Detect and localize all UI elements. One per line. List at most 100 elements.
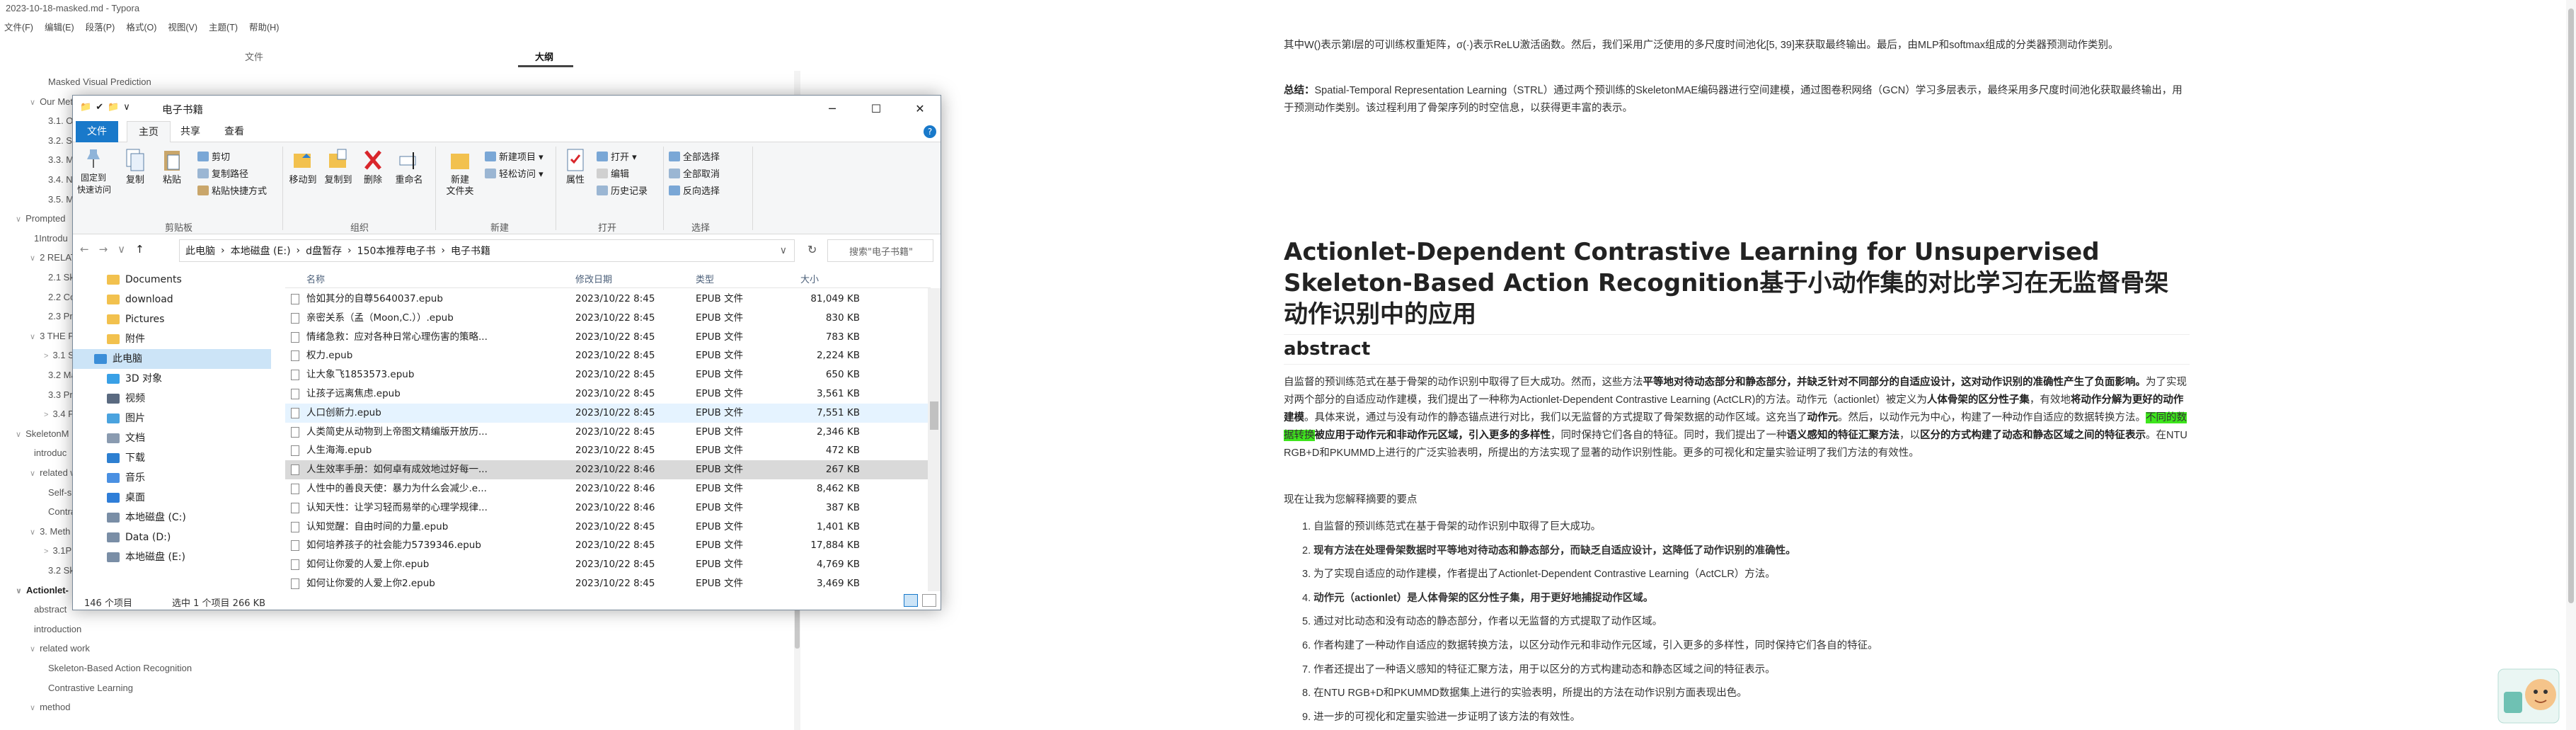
outline-item[interactable]: ∨ Our Met [30,96,73,107]
copy-path-button[interactable]: 复制路径 [197,166,248,180]
tab-file[interactable]: 文件 [76,121,118,142]
nav-item[interactable]: 图片 [73,409,271,428]
menu-help[interactable]: 帮助(H) [245,20,286,34]
nav-item[interactable]: download [73,290,271,309]
paste-shortcut-button[interactable]: 粘贴快捷方式 [197,183,267,197]
new-folder-quick-icon[interactable]: 📁 [108,102,119,113]
outline-item[interactable]: Skeleton-Based Action Recognition [44,663,192,673]
edit-button[interactable]: 编辑 [597,166,629,180]
outline-item[interactable]: abstract [30,604,67,615]
outline-item[interactable]: 3.4. N [44,174,73,185]
nav-item[interactable]: 此电脑 [73,349,271,369]
menu-format[interactable]: 格式(O) [122,20,163,34]
details-view-icon[interactable] [904,594,918,607]
nav-item[interactable]: Pictures [73,309,271,329]
rename-button[interactable]: 重命名 [391,148,427,186]
tab-outline[interactable]: 大纲 [535,50,553,63]
file-row[interactable]: 亲密关系（孟（Moon,C.））.epub 2023/10/22 8:45 EPUB… [285,309,931,328]
open-button[interactable]: 打开 ▾ [597,149,637,163]
mascot-widget-icon[interactable] [2497,663,2560,724]
outline-item[interactable]: 2.2 Co [44,292,75,302]
chevron-down-icon[interactable]: ∨ [30,528,35,537]
new-item-button[interactable]: 新建项目 ▾ [485,149,544,163]
file-explorer-window[interactable]: 📁 ✔ 📁 ∨ 电子书籍 ─ ☐ ✕ 文件 主页 共享 查看 ? 固定到 快速访… [72,95,941,610]
file-row[interactable]: 恰如其分的自尊5640037.epub 2023/10/22 8:45 EPUB 文… [285,290,931,309]
nav-item[interactable]: 下载 [73,448,271,468]
chevron-right-icon[interactable]: > [44,352,48,360]
select-none-button[interactable]: 全部取消 [669,166,720,180]
nav-item[interactable]: Data (D:) [73,527,271,547]
column-date[interactable]: 修改日期 [575,272,612,285]
outline-item[interactable]: introduc [30,447,67,458]
nav-item[interactable]: Documents [73,270,271,290]
column-size[interactable]: 大小 [800,272,819,285]
outline-item[interactable]: 3.3. M [44,154,74,165]
refresh-icon[interactable]: ↻ [807,243,817,256]
chevron-down-icon[interactable]: ∨ [16,215,21,224]
list-item[interactable]: 9. 进一步的可视化和定量实验进一步证明了该方法的有效性。 [1302,706,1878,730]
paste-button[interactable]: 粘贴 [158,148,186,186]
chevron-down-icon[interactable]: ∨ [30,98,35,107]
properties-quick-icon[interactable]: ✔ [96,102,103,113]
breadcrumb-current[interactable]: 电子书籍 [451,244,490,258]
history-button[interactable]: 历史记录 [597,183,648,197]
breadcrumb-drive-e[interactable]: 本地磁盘 (E:) [231,244,291,258]
outline-item[interactable]: ∨ related w [30,467,77,478]
points-list[interactable]: 1. 自监督的预训练范式在基于骨架的动作识别中取得了巨大成功。 2. 现有方法在处… [1302,515,1878,729]
menu-paragraph[interactable]: 段落(P) [81,20,122,34]
breadcrumb-this-pc[interactable]: 此电脑 [185,244,215,258]
tab-view[interactable]: 查看 [213,121,255,142]
breadcrumb-temp[interactable]: d盘暂存 [306,244,342,258]
properties-button[interactable]: 属性 [561,148,590,186]
menu-edit[interactable]: 编辑(E) [40,20,81,34]
list-item[interactable]: 3. 为了实现自适应的动作建模，作者提出了Actionlet-Dependent… [1302,563,1878,587]
nav-item[interactable]: 桌面 [73,488,271,508]
file-row[interactable]: 人生效率手册：如何卓有成效地过好每一... 2023/10/22 8:46 EPUB… [285,460,931,480]
file-row[interactable]: 人生海海.epub 2023/10/22 8:45 EPUB 文件 472 KB [285,441,931,460]
nav-item[interactable]: 附件 [73,329,271,349]
chevron-down-icon[interactable]: ∨ [30,704,35,712]
abstract-heading[interactable]: abstract [1284,338,2190,365]
chevron-down-icon[interactable]: ∨ [780,245,787,256]
file-row[interactable]: 人口创新力.epub 2023/10/22 8:45 EPUB 文件 7,551 KB [285,403,931,423]
outline-item[interactable]: ∨ related work [30,643,90,654]
file-list-scroll-thumb[interactable] [930,401,938,430]
pin-quick-access-button[interactable]: 固定到 快速访问 [77,148,111,196]
new-folder-button[interactable]: 新建 文件夹 [441,148,479,198]
easy-access-button[interactable]: 轻松访问 ▾ [485,166,544,180]
recent-locations-button[interactable]: ∨ [117,243,125,256]
nav-item[interactable]: 文档 [73,428,271,448]
address-box[interactable]: 此电脑 › 本地磁盘 (E:) › d盘暂存 › 150本推荐电子书 › 电子书籍 ∨ [179,239,795,262]
delete-button[interactable]: 删除 [359,148,387,186]
tab-share[interactable]: 共享 [169,121,212,142]
file-row[interactable]: 如何让你爱的人爱上你.epub 2023/10/22 8:45 EPUB 文件 4,7… [285,555,931,574]
file-row[interactable]: 如何让你爱的人爱上你2.epub 2023/10/22 8:45 EPUB 文件 3,… [285,574,931,593]
file-row[interactable]: 如何培养孩子的社会能力5739346.epub 2023/10/22 8:45 EP… [285,536,931,555]
copy-button[interactable]: 复制 [121,148,149,186]
list-item[interactable]: 5. 通过对比动态和没有动态的静态部分，作者以无监督的方式提取了动作区域。 [1302,610,1878,634]
file-row[interactable]: 权力.epub 2023/10/22 8:45 EPUB 文件 2,224 KB [285,346,931,365]
outline-item[interactable]: ∨ Actionlet- [16,585,69,595]
file-row[interactable]: 认知觉醒：自由时间的力量.epub 2023/10/22 8:45 EPUB 文件 1… [285,518,931,537]
document-editor[interactable]: 其中W()表示第l层的可训练权重矩阵，σ(·)表示ReLU激活函数。然后，我们采… [804,0,2576,730]
outline-item[interactable]: 1Introdu [30,233,68,244]
chevron-right-icon[interactable]: > [44,547,48,556]
chevron-down-icon[interactable]: ∨ [30,333,35,341]
explorer-close-button[interactable]: ✕ [898,96,941,121]
outline-item[interactable]: ∨ Prompted [16,213,65,224]
file-row[interactable]: 情绪急救：应对各种日常心理伤害的策略... 2023/10/22 8:45 EPUB… [285,328,931,347]
document-heading[interactable]: Actionlet-Dependent Contrastive Learning… [1284,236,2190,335]
nav-item[interactable]: 本地磁盘 (C:) [73,508,271,527]
column-type[interactable]: 类型 [696,272,714,285]
chevron-down-icon[interactable]: ∨ [16,430,21,439]
list-item[interactable]: 6. 作者构建了一种动作自适应的数据转换方法，以区分动作元和非动作元区域，引入更… [1302,634,1878,658]
breadcrumb-ebooks-150[interactable]: 150本推荐电子书 [357,244,436,258]
explorer-title-bar[interactable]: 📁 ✔ 📁 ∨ 电子书籍 ─ ☐ ✕ [73,96,941,121]
select-all-button[interactable]: 全部选择 [669,149,720,163]
nav-item[interactable]: 音乐 [73,468,271,488]
outline-item[interactable]: ∨ method [30,702,70,712]
outline-item[interactable]: ∨ SkeletonM [16,428,69,439]
cut-button[interactable]: 剪切 [197,149,230,163]
invert-selection-button[interactable]: 反向选择 [669,183,720,197]
nav-item[interactable]: 本地磁盘 (E:) [73,547,271,567]
